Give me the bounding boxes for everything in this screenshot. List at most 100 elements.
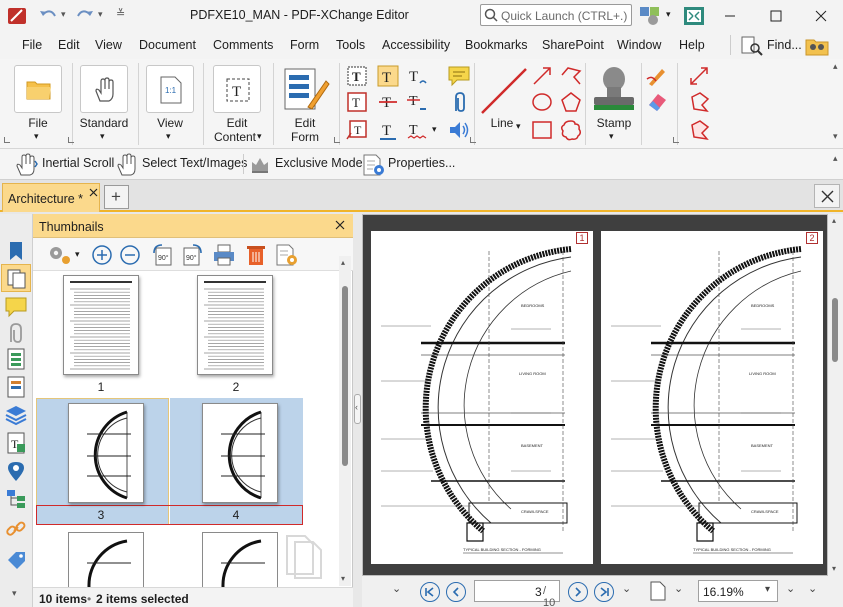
standard-button[interactable] bbox=[80, 65, 128, 113]
find-icon[interactable] bbox=[740, 35, 764, 57]
underline-icon[interactable]: T bbox=[377, 119, 399, 141]
sticky-note-icon[interactable] bbox=[448, 65, 470, 87]
file-dropdown-icon[interactable]: ▾ bbox=[34, 131, 39, 142]
toolbar-scroll-icon[interactable]: ▴ bbox=[833, 153, 838, 164]
edit-content-label-1[interactable]: Edit bbox=[205, 116, 269, 130]
group-launcher-icon[interactable] bbox=[334, 137, 340, 143]
previous-page-button[interactable] bbox=[446, 582, 466, 602]
text-frame-icon[interactable]: T bbox=[346, 91, 368, 113]
page-thumbnail-1[interactable] bbox=[63, 275, 139, 375]
rectangle-tool-icon[interactable] bbox=[531, 119, 553, 141]
layers-panel-icon[interactable] bbox=[5, 404, 27, 426]
menu-window[interactable]: Window bbox=[617, 38, 661, 52]
edit-content-dropdown-icon[interactable]: ▾ bbox=[257, 131, 262, 142]
menu-file[interactable]: File bbox=[22, 38, 42, 52]
document-scrollbar[interactable]: ▴ ▾ bbox=[828, 214, 843, 576]
menu-comments[interactable]: Comments bbox=[213, 38, 273, 52]
maximize-button[interactable] bbox=[753, 0, 799, 31]
close-button[interactable] bbox=[799, 0, 843, 31]
doc-scroll-up-icon[interactable]: ▴ bbox=[832, 216, 836, 225]
stamp-label[interactable]: Stamp bbox=[588, 116, 640, 130]
splitter-handle[interactable]: ‹ bbox=[354, 394, 361, 424]
thumbnail-options-dropdown-icon[interactable]: ▾ bbox=[75, 249, 80, 260]
file-button[interactable] bbox=[14, 65, 62, 113]
replace-text-icon[interactable]: T bbox=[406, 91, 428, 113]
folder-users-icon[interactable] bbox=[804, 34, 830, 58]
menu-help[interactable]: Help bbox=[679, 38, 705, 52]
page-properties-icon[interactable] bbox=[275, 243, 299, 267]
settings-dropdown-icon[interactable]: ▾ bbox=[666, 9, 671, 20]
print-icon[interactable] bbox=[212, 243, 236, 267]
thumbnail-options-icon[interactable] bbox=[47, 243, 73, 267]
signatures-panel-icon[interactable] bbox=[5, 550, 27, 572]
links-panel-icon[interactable] bbox=[5, 518, 27, 540]
text-callout-icon[interactable]: T bbox=[406, 65, 428, 87]
menu-view[interactable]: View bbox=[95, 38, 122, 52]
text-box-icon[interactable]: T bbox=[346, 65, 368, 87]
menu-tools[interactable]: Tools bbox=[336, 38, 365, 52]
destinations-panel-icon[interactable] bbox=[5, 460, 27, 482]
stamp-icon[interactable] bbox=[590, 65, 638, 115]
fullscreen-icon[interactable] bbox=[683, 6, 705, 26]
ribbon-scroll-down-icon[interactable]: ▾ bbox=[833, 131, 838, 142]
doc-scroll-down-icon[interactable]: ▾ bbox=[832, 564, 836, 573]
quick-launch-field[interactable]: Quick Launch (CTRL+.) bbox=[480, 4, 632, 26]
nav-options-icon[interactable]: ⌄ bbox=[392, 582, 401, 595]
edit-form-label-2[interactable]: Form bbox=[277, 130, 333, 144]
find-label[interactable]: Find... bbox=[767, 38, 802, 52]
bookmarks-panel-icon[interactable] bbox=[5, 240, 27, 262]
group-launcher-icon[interactable] bbox=[470, 137, 476, 143]
content-panel-icon[interactable] bbox=[5, 348, 27, 370]
exclusive-mode-button[interactable]: Exclusive Mode bbox=[275, 156, 363, 170]
line-dropdown-icon[interactable]: ▾ bbox=[516, 121, 521, 132]
settings-icon[interactable] bbox=[639, 5, 663, 27]
standard-dropdown-icon[interactable]: ▾ bbox=[100, 131, 105, 142]
rotate-left-icon[interactable]: 90° bbox=[151, 243, 175, 267]
menu-form[interactable]: Form bbox=[290, 38, 319, 52]
sound-icon[interactable] bbox=[448, 119, 470, 141]
last-page-button[interactable] bbox=[594, 582, 614, 602]
thumbnails-panel-tab[interactable] bbox=[1, 264, 31, 292]
standard-label[interactable]: Standard bbox=[74, 116, 134, 130]
ribbon-scroll-up-icon[interactable]: ▴ bbox=[833, 61, 838, 72]
group-launcher-icon[interactable] bbox=[673, 137, 679, 143]
group-launcher-icon[interactable] bbox=[4, 137, 10, 143]
file-label[interactable]: File bbox=[14, 116, 62, 130]
pencil-tool-icon[interactable] bbox=[646, 65, 668, 87]
edit-form-label-1[interactable]: Edit bbox=[277, 116, 333, 130]
thumbnails-close-icon[interactable] bbox=[335, 220, 345, 230]
polyline-tool-icon[interactable] bbox=[560, 65, 582, 87]
rotate-right-icon[interactable]: 90° bbox=[180, 243, 204, 267]
eraser-tool-icon[interactable] bbox=[646, 91, 668, 113]
first-page-button[interactable] bbox=[420, 582, 440, 602]
distance-tool-icon[interactable] bbox=[688, 65, 710, 87]
scroll-up-icon[interactable]: ▴ bbox=[341, 258, 345, 267]
document-scroll-thumb[interactable] bbox=[832, 298, 838, 362]
rail-expand-icon[interactable]: ▾ bbox=[12, 588, 17, 599]
attachments-panel-icon[interactable] bbox=[5, 322, 27, 344]
comments-panel-icon[interactable] bbox=[5, 296, 27, 318]
structure-panel-icon[interactable] bbox=[5, 488, 27, 510]
stamp-dropdown-icon[interactable]: ▾ bbox=[609, 131, 614, 142]
insert-text-icon[interactable]: T bbox=[346, 119, 368, 141]
inertial-scroll-button[interactable]: Inertial Scroll bbox=[42, 156, 114, 170]
nav-more-icon[interactable]: ⌄ bbox=[622, 582, 631, 595]
arrow-tool-icon[interactable] bbox=[531, 65, 553, 87]
tags-panel-icon[interactable]: T bbox=[5, 432, 27, 454]
perimeter-tool-icon[interactable] bbox=[688, 91, 710, 113]
view-dropdown-icon[interactable]: ▾ bbox=[166, 131, 171, 142]
tab-close-icon[interactable] bbox=[89, 188, 98, 197]
typewriter-icon[interactable]: T bbox=[377, 65, 399, 87]
select-text-images-button[interactable]: Select Text/Images bbox=[142, 156, 247, 170]
redo-dropdown-icon[interactable]: ▾ bbox=[98, 9, 103, 20]
redo-icon[interactable] bbox=[74, 6, 96, 26]
scroll-down-icon[interactable]: ▾ bbox=[341, 574, 345, 583]
undo-dropdown-icon[interactable]: ▾ bbox=[61, 9, 66, 20]
undo-icon[interactable] bbox=[37, 6, 59, 26]
page-thumbnail-6[interactable] bbox=[202, 532, 278, 588]
customize-quick-access-icon[interactable]: ≚ bbox=[116, 7, 125, 20]
attachment-icon[interactable] bbox=[448, 91, 470, 113]
line-tool-icon[interactable] bbox=[480, 67, 528, 115]
pane-splitter[interactable]: ‹ bbox=[353, 214, 362, 607]
oval-tool-icon[interactable] bbox=[531, 91, 553, 113]
